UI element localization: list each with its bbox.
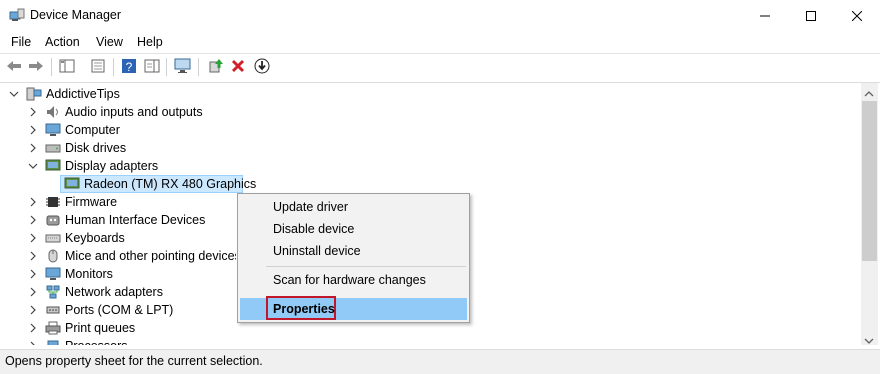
close-button[interactable] (834, 0, 880, 31)
tree-item-computer[interactable]: Computer (0, 121, 400, 139)
help-icon[interactable]: ? (120, 57, 138, 75)
chevron-right-icon[interactable] (28, 269, 38, 279)
toolbar-divider (198, 58, 199, 76)
hid-icon (46, 215, 60, 226)
tree-item-disk-drives[interactable]: Disk drives (0, 139, 400, 157)
speaker-icon (47, 106, 58, 118)
update-driver-icon[interactable] (207, 57, 225, 75)
tree-item-label: Monitors (65, 267, 113, 281)
chevron-right-icon[interactable] (28, 305, 38, 315)
properties-icon[interactable] (89, 57, 107, 75)
show-hide-tree-icon[interactable] (58, 57, 76, 75)
context-disable-device[interactable]: Disable device (273, 222, 354, 236)
tree-item-label: Mice and other pointing devices (65, 249, 236, 263)
menu-view[interactable]: View (96, 35, 123, 49)
tree-item-label: Processors (65, 337, 128, 345)
context-properties[interactable]: Properties (273, 302, 335, 316)
toolbar-divider (166, 58, 167, 76)
disable-icon[interactable] (253, 57, 271, 75)
back-icon[interactable] (5, 57, 23, 75)
tree-item-print-queues[interactable]: Print queues (0, 319, 236, 337)
chip-icon (46, 197, 60, 207)
chevron-right-icon[interactable] (28, 197, 38, 207)
tree-item-radeon-selected[interactable]: Radeon (TM) RX 480 Graphics (60, 175, 256, 193)
tree-item-processors[interactable]: Processors (0, 337, 236, 345)
chevron-right-icon[interactable] (28, 341, 38, 345)
display-adapter-icon (64, 177, 80, 189)
chevron-right-icon[interactable] (28, 323, 38, 333)
close-icon (852, 10, 862, 21)
tree-item-display-adapters[interactable]: Display adapters (0, 157, 400, 175)
chevron-right-icon[interactable] (28, 287, 38, 297)
tree-item-label: Network adapters (65, 285, 163, 299)
tree-item-human-interface-devices[interactable]: Human Interface Devices (0, 211, 236, 229)
tree-item-firmware[interactable]: Firmware (0, 193, 240, 211)
context-scan-hardware[interactable]: Scan for hardware changes (273, 273, 426, 287)
tree-item-label: Print queues (65, 321, 136, 335)
tree-root-label: AddictiveTips (46, 87, 120, 101)
tree-item-audio[interactable]: Audio inputs and outputs (0, 103, 400, 121)
computer-icon (26, 87, 42, 101)
tree-item-label: Ports (COM & LPT) (65, 303, 174, 317)
toolbar-divider (113, 58, 114, 76)
chevron-down-icon[interactable] (28, 161, 38, 171)
tree-item-label: Display adapters (65, 159, 159, 173)
maximize-button[interactable] (788, 0, 834, 31)
display-adapter-icon (45, 159, 61, 171)
tree-item-ports[interactable]: Ports (COM & LPT) (0, 301, 236, 319)
menu-help[interactable]: Help (137, 35, 163, 49)
forward-icon[interactable] (27, 57, 45, 75)
scroll-up-icon[interactable] (864, 87, 874, 101)
menu-action[interactable]: Action (45, 35, 80, 49)
window-title: Device Manager (30, 8, 122, 22)
disk-drive-icon (45, 144, 61, 153)
toolbar-divider (51, 58, 52, 76)
tree-item-monitors[interactable]: Monitors (0, 265, 236, 283)
network-adapter-icon (46, 285, 60, 299)
tree-item-label: Audio inputs and outputs (65, 105, 203, 119)
tree-item-keyboards[interactable]: Keyboards (0, 229, 236, 247)
tree-item-label: Human Interface Devices (65, 213, 206, 227)
tree-item-label: Computer (65, 123, 120, 137)
keyboard-icon (45, 234, 61, 243)
menu-file[interactable]: File (11, 35, 31, 49)
chevron-right-icon[interactable] (28, 143, 38, 153)
processor-icon (47, 340, 59, 345)
status-text: Opens property sheet for the current sel… (5, 354, 263, 368)
scroll-down-icon[interactable] (864, 334, 874, 348)
scan-hardware-icon[interactable] (174, 57, 192, 75)
scrollbar-thumb[interactable] (862, 101, 877, 261)
chevron-down-icon[interactable] (9, 89, 19, 99)
action-pane-icon[interactable] (143, 57, 161, 75)
chevron-right-icon[interactable] (28, 125, 38, 135)
tree-item-label: Keyboards (65, 231, 125, 245)
tree-item-network-adapters[interactable]: Network adapters (0, 283, 236, 301)
port-icon (46, 306, 60, 314)
tree-item-label: Disk drives (65, 141, 127, 155)
menu-bar (0, 31, 880, 53)
monitor-icon (45, 123, 61, 136)
minimize-icon (760, 15, 770, 16)
context-uninstall-device[interactable]: Uninstall device (273, 244, 361, 258)
chevron-right-icon[interactable] (28, 215, 38, 225)
tree-item-label: Radeon (TM) RX 480 Graphics (84, 177, 257, 191)
context-update-driver[interactable]: Update driver (273, 200, 348, 214)
device-manager-icon (9, 8, 25, 22)
chevron-right-icon[interactable] (28, 251, 38, 261)
tree-root[interactable]: AddictiveTips (0, 85, 400, 103)
mouse-icon (48, 249, 58, 263)
chevron-right-icon[interactable] (28, 107, 38, 117)
tree-item-label: Firmware (65, 195, 118, 209)
uninstall-icon[interactable] (229, 57, 247, 75)
maximize-icon (806, 10, 816, 21)
chevron-right-icon[interactable] (28, 233, 38, 243)
printer-icon (45, 321, 61, 335)
minimize-button[interactable] (742, 0, 788, 31)
monitor-icon (45, 267, 61, 280)
svg-text:?: ? (126, 60, 133, 74)
context-menu: Update driver Disable device Uninstall d… (237, 193, 470, 323)
context-menu-divider (266, 266, 466, 267)
tree-item-mice[interactable]: Mice and other pointing devices (0, 247, 236, 265)
